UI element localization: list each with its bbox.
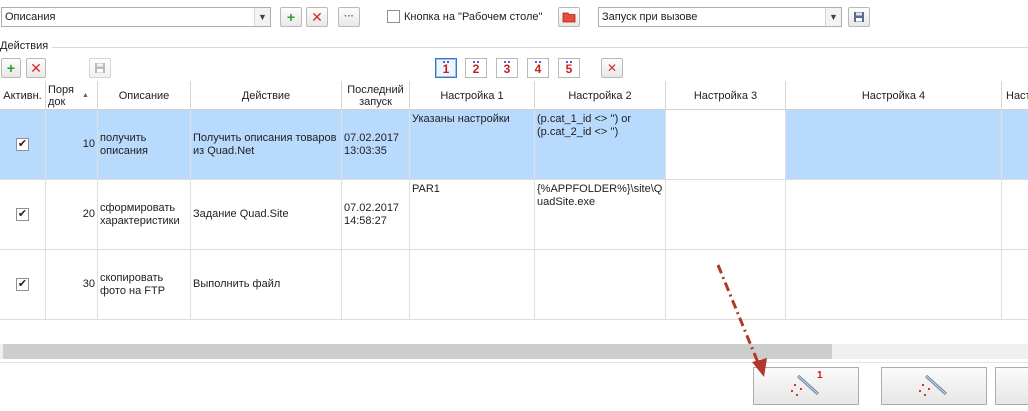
section-title: Действия: [0, 40, 53, 52]
grid-header: Активн. Поря док ▲ Описание Действие Пос…: [0, 81, 1028, 110]
section-divider: [44, 47, 1028, 48]
setting-4-cell: [786, 250, 1002, 319]
last-run-cell: [342, 250, 410, 319]
delete-description-button[interactable]: ✕: [306, 7, 328, 27]
table-row[interactable]: ✔ 30 скопировать фото на FTP Выполнить ф…: [0, 250, 1028, 320]
setting-5-cell: [1002, 110, 1028, 179]
header-setting-2[interactable]: Настройка 2: [535, 81, 666, 110]
table-row[interactable]: ✔ 10 получить описания Получить описания…: [0, 110, 1028, 180]
action-cell: Получить описания товаров из Quad.Net: [191, 110, 342, 179]
run-step-button[interactable]: 1: [753, 367, 859, 405]
header-setting-5[interactable]: Наст: [1002, 81, 1028, 110]
descriptions-combo[interactable]: Описания ▼: [1, 7, 271, 27]
wand-icon: [919, 374, 948, 396]
header-order-label: Поря док: [48, 83, 74, 108]
setting-3-cell: [666, 250, 786, 319]
step-button-4[interactable]: 4: [527, 58, 549, 78]
header-description[interactable]: Описание: [98, 81, 191, 110]
chevron-down-icon[interactable]: ▼: [825, 8, 841, 26]
run-all-button[interactable]: [881, 367, 987, 405]
active-cell[interactable]: ✔: [0, 250, 46, 319]
setting-3-cell[interactable]: [666, 110, 786, 179]
setting-3-cell: [666, 180, 786, 249]
setting-2-cell: (p.cat_1_id <> '') or (p.cat_2_id <> ''): [535, 110, 666, 179]
table-row[interactable]: ✔ 20 сформировать характеристики Задание…: [0, 180, 1028, 250]
step-button-3[interactable]: 3: [496, 58, 518, 78]
setting-4-cell: [786, 110, 1002, 179]
setting-1-cell: PAR1: [410, 180, 535, 249]
third-bottom-button[interactable]: [995, 367, 1028, 405]
horizontal-scrollbar[interactable]: [0, 344, 1028, 359]
header-order[interactable]: Поря док ▲: [46, 81, 98, 110]
descriptions-combo-value: Описания: [5, 11, 56, 23]
step-button-4-label: 4: [534, 61, 542, 76]
run-step-badge: 1: [817, 370, 823, 381]
active-checkbox[interactable]: ✔: [16, 208, 29, 221]
step-button-1-label: 1: [442, 61, 450, 76]
more-description-button[interactable]: ···: [338, 7, 360, 27]
action-cell: Выполнить файл: [191, 250, 342, 319]
header-last-run[interactable]: Последний запуск: [342, 81, 410, 110]
launch-combo-value: Запуск при вызове: [602, 11, 698, 23]
active-checkbox[interactable]: ✔: [16, 138, 29, 151]
save-action-icon[interactable]: [89, 58, 111, 78]
action-cell: Задание Quad.Site: [191, 180, 342, 249]
order-cell: 30: [46, 250, 98, 319]
sort-asc-icon: ▲: [81, 91, 89, 99]
scrollbar-thumb[interactable]: [3, 344, 832, 359]
order-cell: 10: [46, 110, 98, 179]
step-button-3-label: 3: [503, 61, 511, 76]
wand-icon: [791, 374, 820, 396]
description-cell: скопировать фото на FTP: [98, 250, 191, 319]
desktop-checkbox-label: Кнопка на "Рабочем столе": [404, 10, 543, 23]
setting-5-cell: [1002, 250, 1028, 319]
setting-1-cell: Указаны настройки: [410, 110, 535, 179]
clear-steps-button[interactable]: ✕: [601, 58, 623, 78]
chevron-down-icon[interactable]: ▼: [254, 8, 270, 26]
save-icon[interactable]: [848, 7, 870, 27]
setting-1-cell: [410, 250, 535, 319]
desktop-checkbox-group[interactable]: Кнопка на "Рабочем столе": [387, 10, 542, 23]
desktop-checkbox[interactable]: [387, 10, 400, 23]
step-button-2[interactable]: 2: [465, 58, 487, 78]
active-cell[interactable]: ✔: [0, 110, 46, 179]
header-active[interactable]: Активн.: [0, 81, 46, 110]
description-cell: сформировать характеристики: [98, 180, 191, 249]
setting-5-cell: [1002, 180, 1028, 249]
step-button-2-label: 2: [472, 61, 480, 76]
header-setting-3[interactable]: Настройка 3: [666, 81, 786, 110]
add-action-button[interactable]: +: [1, 58, 21, 78]
header-action[interactable]: Действие: [191, 81, 342, 110]
step-button-5-label: 5: [565, 61, 573, 76]
order-cell: 20: [46, 180, 98, 249]
last-run-cell: 07.02.2017 13:03:35: [342, 110, 410, 179]
description-cell: получить описания: [98, 110, 191, 179]
bottom-divider: [0, 362, 1028, 363]
folder-icon[interactable]: [558, 7, 580, 27]
header-setting-1[interactable]: Настройка 1: [410, 81, 535, 110]
header-setting-4[interactable]: Настройка 4: [786, 81, 1002, 110]
step-button-5[interactable]: 5: [558, 58, 580, 78]
setting-4-cell: [786, 180, 1002, 249]
active-cell[interactable]: ✔: [0, 180, 46, 249]
setting-2-cell: {%APPFOLDER%}\site\Q uadSite.exe: [535, 180, 666, 249]
delete-action-button[interactable]: ✕: [26, 58, 46, 78]
last-run-cell: 07.02.2017 14:58:27: [342, 180, 410, 249]
add-description-button[interactable]: +: [280, 7, 302, 27]
launch-combo[interactable]: Запуск при вызове ▼: [598, 7, 842, 27]
setting-2-cell: [535, 250, 666, 319]
step-button-1[interactable]: 1: [435, 58, 457, 78]
active-checkbox[interactable]: ✔: [16, 278, 29, 291]
